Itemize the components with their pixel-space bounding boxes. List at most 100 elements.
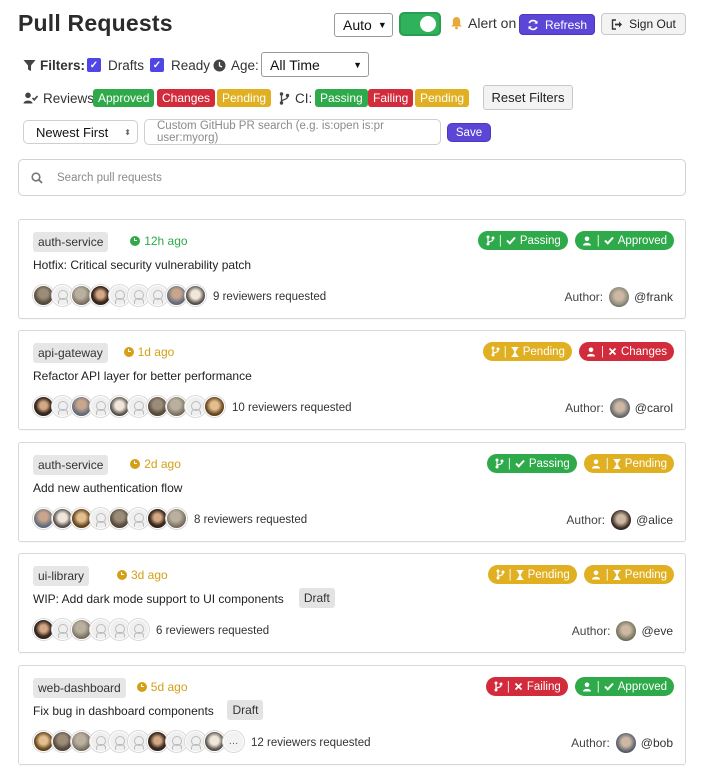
sign-out-button[interactable]: Sign Out: [601, 13, 686, 35]
author-label: Author:: [571, 624, 611, 638]
x-icon: [514, 682, 523, 691]
author-avatar: [609, 398, 630, 418]
reviewer-avatar: [109, 619, 130, 640]
user-icon: [582, 236, 591, 245]
review-status-badge: | Approved: [574, 677, 674, 696]
review-status-text: Pending: [624, 568, 667, 581]
author-username[interactable]: @carol: [635, 401, 673, 415]
pr-card[interactable]: auth-service 12h ago Hotfix: Critical se…: [18, 219, 686, 319]
git-branch-icon: [494, 681, 503, 692]
pr-title[interactable]: Refactor API layer for better performanc…: [33, 369, 252, 383]
reviewer-avatar: [109, 396, 130, 417]
refresh-button[interactable]: Refresh: [519, 14, 595, 35]
author-avatar: [615, 733, 636, 753]
reviewer-avatar: [128, 731, 149, 752]
badge-separator: |: [507, 457, 511, 470]
author-label: Author:: [571, 736, 610, 750]
reviewer-avatar: [109, 731, 130, 752]
review-status-badge: | Pending: [583, 565, 674, 584]
page-title: Pull Requests: [18, 10, 173, 36]
ready-checkbox[interactable]: ✓ Ready: [150, 56, 210, 74]
reviewer-avatar: [52, 396, 73, 417]
ci-filter-passing[interactable]: Passing: [315, 89, 368, 107]
sign-out-icon: [611, 18, 623, 30]
ci-status-text: Passing: [528, 457, 570, 470]
reviewer-avatar: [71, 619, 92, 640]
reset-filters-button[interactable]: Reset Filters: [483, 85, 573, 110]
sort-select[interactable]: Newest First ⬍: [23, 120, 138, 144]
author-username[interactable]: @bob: [641, 736, 673, 750]
author-label: Author:: [565, 401, 604, 415]
reviewers-count: 6 reviewers requested: [156, 625, 270, 637]
reviewer-avatar: [33, 619, 54, 640]
pr-title[interactable]: Fix bug in dashboard components: [33, 704, 214, 718]
author-username[interactable]: @eve: [641, 624, 673, 638]
mode-select[interactable]: Auto ▼: [334, 13, 393, 37]
reviewer-avatars: [33, 396, 225, 417]
review-filter-approved[interactable]: Approved: [93, 89, 155, 107]
reviewer-avatar: [166, 396, 187, 417]
user-check-icon: [23, 92, 38, 104]
pr-age-text: 12h ago: [144, 234, 188, 248]
badge-separator: |: [596, 680, 600, 693]
save-button[interactable]: Save: [447, 123, 491, 142]
repo-tag[interactable]: web-dashboard: [33, 678, 126, 698]
search-bar[interactable]: Search pull requests: [18, 159, 686, 196]
pr-card[interactable]: auth-service 2d ago Add new authenticati…: [18, 442, 686, 542]
ci-status-badge: | Pending: [482, 342, 572, 361]
clock-icon: [117, 570, 127, 580]
pr-card[interactable]: ui-library 3d ago WIP: Add dark mode sup…: [18, 553, 686, 653]
auto-refresh-toggle[interactable]: [399, 12, 441, 36]
age-select[interactable]: All Time ▼: [261, 52, 369, 77]
pr-card[interactable]: web-dashboard 5d ago Fix bug in dashboar…: [18, 665, 686, 765]
pr-age-text: 2d ago: [144, 457, 181, 471]
pr-title[interactable]: Hotfix: Critical security vulnerability …: [33, 258, 251, 272]
drafts-checkbox[interactable]: ✓ Drafts: [87, 56, 144, 74]
alert-toggle[interactable]: Alert on: [450, 15, 516, 31]
author-avatar: [616, 621, 637, 641]
user-icon: [582, 682, 591, 691]
reviewer-avatar: [90, 396, 111, 417]
repo-tag[interactable]: api-gateway: [33, 343, 108, 363]
more-reviewers-icon[interactable]: …: [223, 731, 244, 752]
hourglass-icon: [516, 569, 524, 580]
ready-label: Ready: [171, 57, 211, 73]
reviewer-avatars: [33, 285, 206, 306]
author-avatar: [611, 510, 632, 530]
review-status-text: Pending: [624, 457, 667, 470]
pr-author: Author: @eve: [572, 621, 673, 641]
ci-filter-failing[interactable]: Failing: [368, 89, 414, 107]
reviewers-count: 12 reviewers requested: [251, 737, 371, 749]
badge-separator: |: [498, 234, 502, 247]
refresh-label: Refresh: [544, 17, 588, 32]
pr-title[interactable]: WIP: Add dark mode support to UI compone…: [33, 592, 284, 606]
ci-status-badge: | Failing: [485, 677, 568, 696]
author-username[interactable]: @alice: [636, 513, 673, 527]
reviewer-avatar: [52, 731, 73, 752]
git-branch-icon: [279, 91, 290, 105]
badge-separator: |: [605, 457, 609, 470]
repo-tag[interactable]: auth-service: [33, 232, 109, 252]
pr-age: 5d ago: [136, 680, 188, 694]
custom-search-input[interactable]: Custom GitHub PR search (e.g. is:open is…: [144, 119, 441, 145]
repo-tag[interactable]: auth-service: [33, 455, 109, 475]
reviewer-avatar: [128, 285, 149, 306]
reviewer-avatar: [204, 396, 225, 417]
reviewer-avatar: [185, 731, 206, 752]
ci-filter-pending[interactable]: Pending: [415, 89, 470, 107]
reviews-label: Reviews:: [43, 90, 98, 106]
reviewers-count: 10 reviewers requested: [232, 402, 352, 414]
badge-separator: |: [508, 568, 512, 581]
repo-tag[interactable]: ui-library: [33, 566, 90, 586]
reviewer-avatar: [166, 731, 187, 752]
pr-title[interactable]: Add new authentication flow: [33, 481, 182, 495]
sign-out-label: Sign Out: [629, 17, 676, 31]
author-username[interactable]: @frank: [634, 290, 673, 304]
age-label: Age:: [231, 57, 259, 73]
pr-card[interactable]: api-gateway 1d ago Refactor API layer fo…: [18, 330, 686, 430]
user-icon: [591, 459, 600, 468]
review-filter-pending[interactable]: Pending: [217, 89, 272, 107]
reviewer-avatar: [52, 619, 73, 640]
review-filter-changes[interactable]: Changes: [157, 89, 216, 107]
hourglass-icon: [613, 458, 621, 469]
